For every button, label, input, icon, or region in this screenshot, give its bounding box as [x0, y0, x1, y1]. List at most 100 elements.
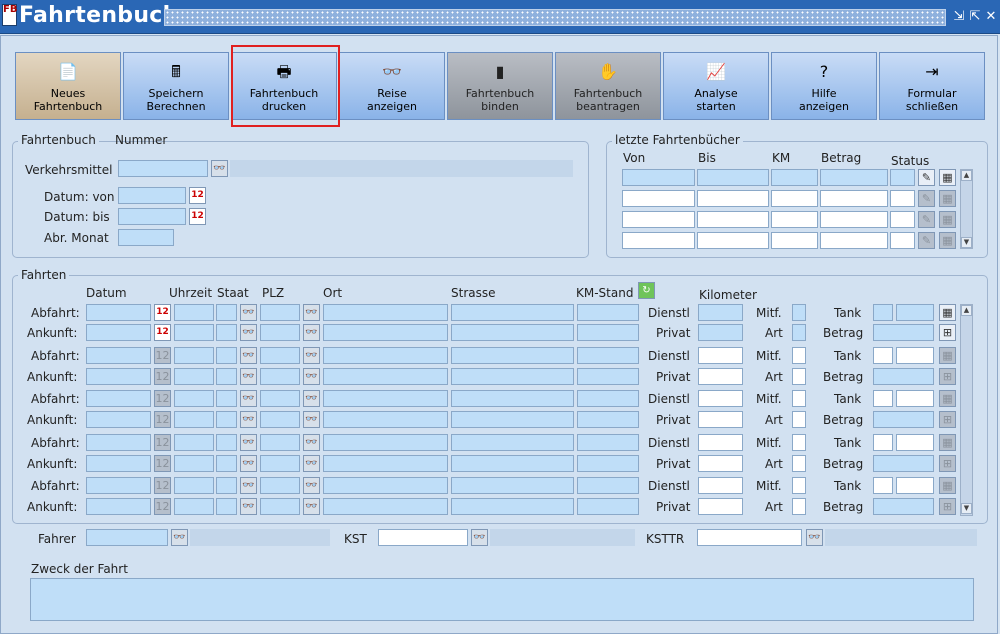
country-search-binoculars-icon[interactable]: 👓 — [240, 411, 257, 428]
edit-pencil-disabled-icon[interactable]: ✎ — [918, 232, 935, 249]
private-km-field[interactable] — [698, 368, 743, 385]
restore-icon[interactable]: ⇱ — [968, 10, 982, 24]
delete-row-disabled-icon[interactable]: ▦ — [939, 232, 956, 249]
trip-country-field[interactable] — [216, 477, 237, 494]
tank-amount-field[interactable] — [896, 390, 934, 407]
business-km-field[interactable] — [698, 390, 743, 407]
recent-cell[interactable] — [890, 190, 915, 207]
ksttr-search-binoculars-icon[interactable]: 👓 — [806, 529, 823, 546]
add-trip-icon[interactable]: ⊞ — [939, 324, 956, 341]
recent-cell[interactable] — [622, 232, 695, 249]
recent-cell[interactable] — [890, 232, 915, 249]
delete-row-icon[interactable]: ▦ — [939, 169, 956, 186]
trip-country-field[interactable] — [216, 455, 237, 472]
trip-city-field[interactable] — [323, 477, 448, 494]
title-drag-strip[interactable] — [164, 9, 946, 26]
kst-field[interactable] — [378, 529, 468, 546]
close-icon[interactable]: ✕ — [984, 10, 998, 24]
kst-search-binoculars-icon[interactable]: 👓 — [471, 529, 488, 546]
delete-trip-icon[interactable]: ▦ — [939, 477, 956, 494]
tank-amount-field[interactable] — [896, 304, 934, 321]
tank-checkbox[interactable] — [873, 390, 893, 407]
recent-cell[interactable] — [697, 211, 769, 228]
trip-odometer-field[interactable] — [577, 347, 639, 364]
passenger-checkbox[interactable] — [792, 390, 806, 407]
edit-pencil-disabled-icon[interactable]: ✎ — [918, 211, 935, 228]
zip-search-binoculars-icon[interactable]: 👓 — [303, 477, 320, 494]
purpose-field[interactable] — [30, 578, 974, 621]
tank-amount-field[interactable] — [896, 477, 934, 494]
driver-field[interactable] — [86, 529, 168, 546]
tank-checkbox[interactable] — [873, 434, 893, 451]
scroll-down-icon[interactable]: ▼ — [961, 237, 972, 248]
type-checkbox[interactable] — [792, 498, 806, 515]
vehicle-field[interactable] — [118, 160, 208, 177]
date-from-field[interactable] — [118, 187, 186, 204]
type-checkbox[interactable] — [792, 455, 806, 472]
km-refresh-icon[interactable]: ↻ — [638, 282, 655, 299]
private-km-field[interactable] — [698, 498, 743, 515]
zip-search-binoculars-icon[interactable]: 👓 — [303, 324, 320, 341]
trip-amount-field[interactable] — [873, 498, 934, 515]
trip-date-calendar-icon[interactable]: 12 — [154, 477, 171, 494]
recent-cell[interactable] — [622, 169, 695, 186]
trip-street-field[interactable] — [451, 455, 574, 472]
add-trip-icon[interactable]: ⊞ — [939, 455, 956, 472]
recent-cell[interactable] — [771, 211, 818, 228]
trip-odometer-field[interactable] — [577, 390, 639, 407]
date-from-calendar-icon[interactable]: 12 — [189, 187, 206, 204]
trip-time-field[interactable] — [174, 455, 214, 472]
trip-date-calendar-icon[interactable]: 12 — [154, 324, 171, 341]
zip-search-binoculars-icon[interactable]: 👓 — [303, 347, 320, 364]
save-calculate-button[interactable]: 🖩 Speichern Berechnen — [123, 52, 229, 120]
recent-cell[interactable] — [622, 190, 695, 207]
recent-cell[interactable] — [771, 232, 818, 249]
trip-date-field[interactable] — [86, 498, 151, 515]
trip-country-field[interactable] — [216, 304, 237, 321]
delete-trip-icon[interactable]: ▦ — [939, 434, 956, 451]
trip-time-field[interactable] — [174, 304, 214, 321]
recent-cell[interactable] — [820, 169, 888, 186]
trip-zip-field[interactable] — [260, 304, 300, 321]
ksttr-field[interactable] — [697, 529, 802, 546]
trip-odometer-field[interactable] — [577, 455, 639, 472]
trip-country-field[interactable] — [216, 324, 237, 341]
trip-zip-field[interactable] — [260, 411, 300, 428]
delete-trip-icon[interactable]: ▦ — [939, 347, 956, 364]
vehicle-search-binoculars-icon[interactable]: 👓 — [211, 160, 228, 177]
trip-street-field[interactable] — [451, 498, 574, 515]
show-help-button[interactable]: ? Hilfe anzeigen — [771, 52, 877, 120]
trip-city-field[interactable] — [323, 347, 448, 364]
minimize-icon[interactable]: ⇲ — [952, 10, 966, 24]
trip-date-calendar-icon[interactable]: 12 — [154, 368, 171, 385]
show-trip-button[interactable]: 👓 Reise anzeigen — [339, 52, 445, 120]
date-to-field[interactable] — [118, 208, 186, 225]
zip-search-binoculars-icon[interactable]: 👓 — [303, 390, 320, 407]
trip-date-field[interactable] — [86, 368, 151, 385]
billing-month-field[interactable] — [118, 229, 174, 246]
trip-city-field[interactable] — [323, 324, 448, 341]
delete-trip-icon[interactable]: ▦ — [939, 304, 956, 321]
trip-time-field[interactable] — [174, 498, 214, 515]
trip-street-field[interactable] — [451, 368, 574, 385]
trip-odometer-field[interactable] — [577, 498, 639, 515]
business-km-field[interactable] — [698, 304, 743, 321]
recent-cell[interactable] — [890, 211, 915, 228]
country-search-binoculars-icon[interactable]: 👓 — [240, 390, 257, 407]
recent-cell[interactable] — [890, 169, 915, 186]
trip-date-calendar-icon[interactable]: 12 — [154, 411, 171, 428]
recent-cell[interactable] — [771, 190, 818, 207]
country-search-binoculars-icon[interactable]: 👓 — [240, 324, 257, 341]
tank-checkbox[interactable] — [873, 477, 893, 494]
trip-odometer-field[interactable] — [577, 324, 639, 341]
trip-time-field[interactable] — [174, 347, 214, 364]
start-analysis-button[interactable]: 📈 Analyse starten — [663, 52, 769, 120]
trip-time-field[interactable] — [174, 434, 214, 451]
business-km-field[interactable] — [698, 347, 743, 364]
trip-city-field[interactable] — [323, 368, 448, 385]
trip-date-calendar-icon[interactable]: 12 — [154, 347, 171, 364]
private-km-field[interactable] — [698, 324, 743, 341]
trip-date-calendar-icon[interactable]: 12 — [154, 304, 171, 321]
country-search-binoculars-icon[interactable]: 👓 — [240, 347, 257, 364]
trip-time-field[interactable] — [174, 477, 214, 494]
